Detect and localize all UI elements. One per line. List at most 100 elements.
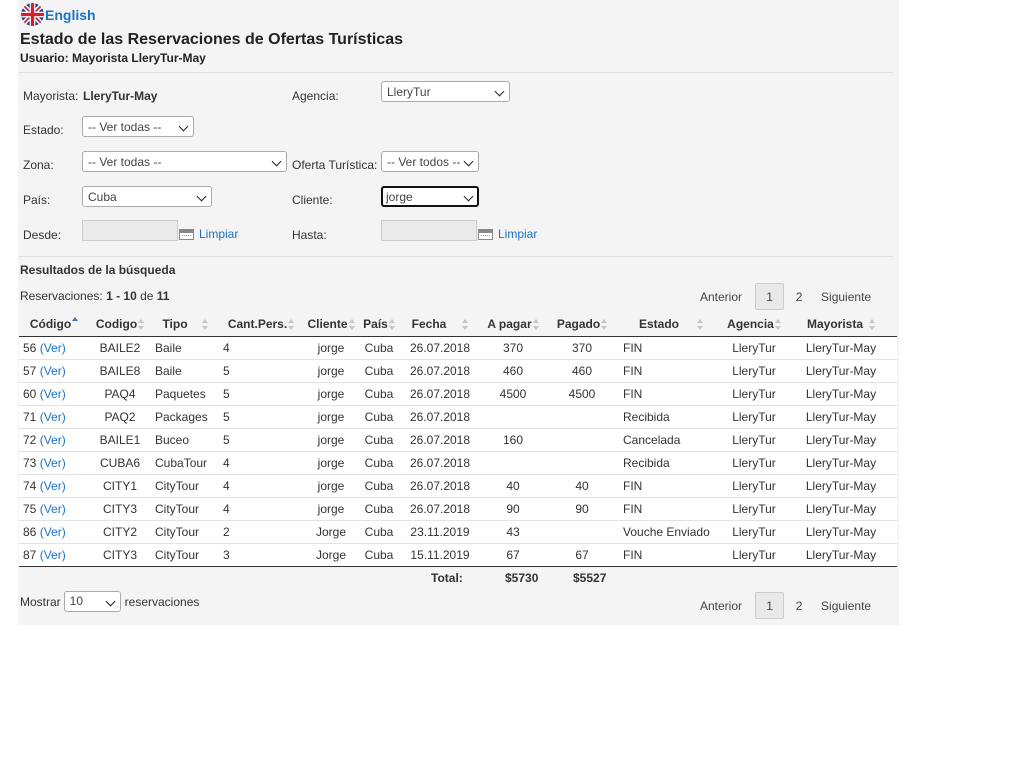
cell-pais: Cuba: [359, 474, 399, 498]
col-header-a-pagar[interactable]: A pagar: [481, 312, 545, 337]
summary-prefix: Reservaciones:: [20, 289, 103, 303]
hasta-date-input[interactable]: [381, 220, 477, 241]
col-header-agencia[interactable]: Agencia: [723, 312, 785, 337]
pais-select[interactable]: Cuba: [82, 186, 212, 207]
show-suffix: reservaciones: [124, 594, 200, 609]
cell-id: 72 (Ver): [19, 428, 89, 452]
col-header-codigo[interactable]: Codigo: [89, 312, 151, 337]
col-header-fecha[interactable]: Fecha: [399, 312, 481, 337]
view-link[interactable]: (Ver): [40, 410, 66, 424]
pagination-next[interactable]: Siguiente: [821, 290, 871, 304]
chevron-down-icon: [196, 191, 207, 202]
cell-cliente: jorge: [303, 451, 359, 475]
pagination-next[interactable]: Siguiente: [821, 599, 871, 613]
cell-fecha: 26.07.2018: [399, 405, 481, 429]
cell-codigo: CUBA6: [89, 451, 151, 475]
sort-icon: [869, 318, 876, 331]
cell-pagado: 460: [545, 359, 619, 383]
total-pagado: $5527: [573, 571, 607, 585]
cell-tipo: CityTour: [151, 520, 219, 544]
col-header-cant-pers[interactable]: Cant.Pers.: [219, 312, 303, 337]
pagination-prev[interactable]: Anterior: [700, 599, 742, 613]
calendar-icon[interactable]: [179, 229, 194, 240]
view-link[interactable]: (Ver): [40, 341, 66, 355]
calendar-icon[interactable]: [478, 229, 493, 240]
summary-range: 1 - 10: [106, 289, 137, 303]
cell-pais: Cuba: [359, 382, 399, 406]
sort-icon: [462, 318, 469, 331]
view-link[interactable]: (Ver): [40, 387, 66, 401]
cell-pais: Cuba: [359, 428, 399, 452]
cell-tipo: CityTour: [151, 543, 219, 567]
col-header-mayorista[interactable]: Mayorista: [785, 312, 897, 337]
cell-estado: Cancelada: [619, 428, 723, 452]
cell-estado: FIN: [619, 497, 723, 521]
col-header-tipo[interactable]: Tipo: [151, 312, 219, 337]
cell-codigo: CITY2: [89, 520, 151, 544]
cell-pagado: [545, 405, 619, 429]
view-link[interactable]: (Ver): [40, 525, 66, 539]
cell-id: 74 (Ver): [19, 474, 89, 498]
col-header-cliente[interactable]: Cliente: [303, 312, 359, 337]
cell-codigo: PAQ4: [89, 382, 151, 406]
cell-pagado: [545, 520, 619, 544]
chevron-down-icon: [178, 121, 189, 132]
cell-codigo: CITY3: [89, 497, 151, 521]
cell-mayorista: LleryTur-May: [785, 405, 897, 429]
pagination-page-current[interactable]: 1: [755, 283, 785, 310]
cell-id: 60 (Ver): [19, 382, 89, 406]
view-link[interactable]: (Ver): [40, 479, 66, 493]
cliente-select-value: jorge: [386, 190, 413, 204]
total-label: Total:: [431, 571, 463, 585]
pagination-page-current[interactable]: 1: [755, 592, 785, 619]
cell-a-pagar: [481, 451, 545, 475]
col-header-codigo-id[interactable]: Código: [19, 312, 89, 337]
cell-agencia: LleryTur: [723, 543, 785, 567]
view-link[interactable]: (Ver): [40, 502, 66, 516]
cell-estado: Recibida: [619, 451, 723, 475]
chevron-down-icon: [271, 156, 282, 167]
estado-select[interactable]: -- Ver todas --: [82, 116, 194, 137]
cliente-select[interactable]: jorge: [381, 186, 479, 207]
cell-fecha: 15.11.2019: [399, 543, 481, 567]
cell-estado: FIN: [619, 543, 723, 567]
cell-cliente: Jorge: [303, 543, 359, 567]
cell-a-pagar: 4500: [481, 382, 545, 406]
col-header-pagado[interactable]: Pagado: [545, 312, 619, 337]
table-row: 73 (Ver) CUBA6 CubaTour 4 jorge Cuba 26.07.201…: [19, 451, 897, 475]
page-size-select[interactable]: 10: [63, 591, 121, 612]
reservation-id: 72: [23, 433, 37, 447]
cell-a-pagar: 43: [481, 520, 545, 544]
chevron-down-icon: [494, 86, 505, 97]
oferta-select[interactable]: -- Ver todos --: [381, 151, 479, 172]
cell-agencia: LleryTur: [723, 520, 785, 544]
col-header-estado[interactable]: Estado: [619, 312, 723, 337]
oferta-label: Oferta Turística:: [292, 158, 378, 172]
english-link[interactable]: English: [45, 7, 96, 23]
cell-fecha: 26.07.2018: [399, 474, 481, 498]
pagination-page-2[interactable]: 2: [784, 599, 814, 613]
cell-a-pagar: [481, 405, 545, 429]
cell-agencia: LleryTur: [723, 336, 785, 360]
pagination-prev[interactable]: Anterior: [700, 290, 742, 304]
mayorista-value: LleryTur-May: [83, 89, 158, 103]
view-link[interactable]: (Ver): [40, 364, 66, 378]
view-link[interactable]: (Ver): [40, 548, 66, 562]
cell-fecha: 23.11.2019: [399, 520, 481, 544]
view-link[interactable]: (Ver): [40, 433, 66, 447]
sort-icon: [138, 318, 145, 331]
page-title: Estado de las Reservaciones de Ofertas T…: [20, 31, 403, 48]
cell-a-pagar: 67: [481, 543, 545, 567]
pagination-page-2[interactable]: 2: [784, 290, 814, 304]
desde-date-input[interactable]: [82, 220, 178, 241]
language-switcher[interactable]: English: [21, 3, 96, 26]
agencia-select[interactable]: LleryTur: [381, 81, 510, 102]
hasta-label: Hasta:: [292, 228, 327, 242]
desde-clear-link[interactable]: Limpiar: [199, 227, 238, 241]
hasta-clear-link[interactable]: Limpiar: [498, 227, 537, 241]
page-size-value: 10: [69, 594, 84, 608]
cell-cliente: jorge: [303, 474, 359, 498]
zona-select[interactable]: -- Ver todas --: [82, 151, 287, 172]
view-link[interactable]: (Ver): [40, 456, 66, 470]
col-header-pais[interactable]: País: [359, 312, 399, 337]
